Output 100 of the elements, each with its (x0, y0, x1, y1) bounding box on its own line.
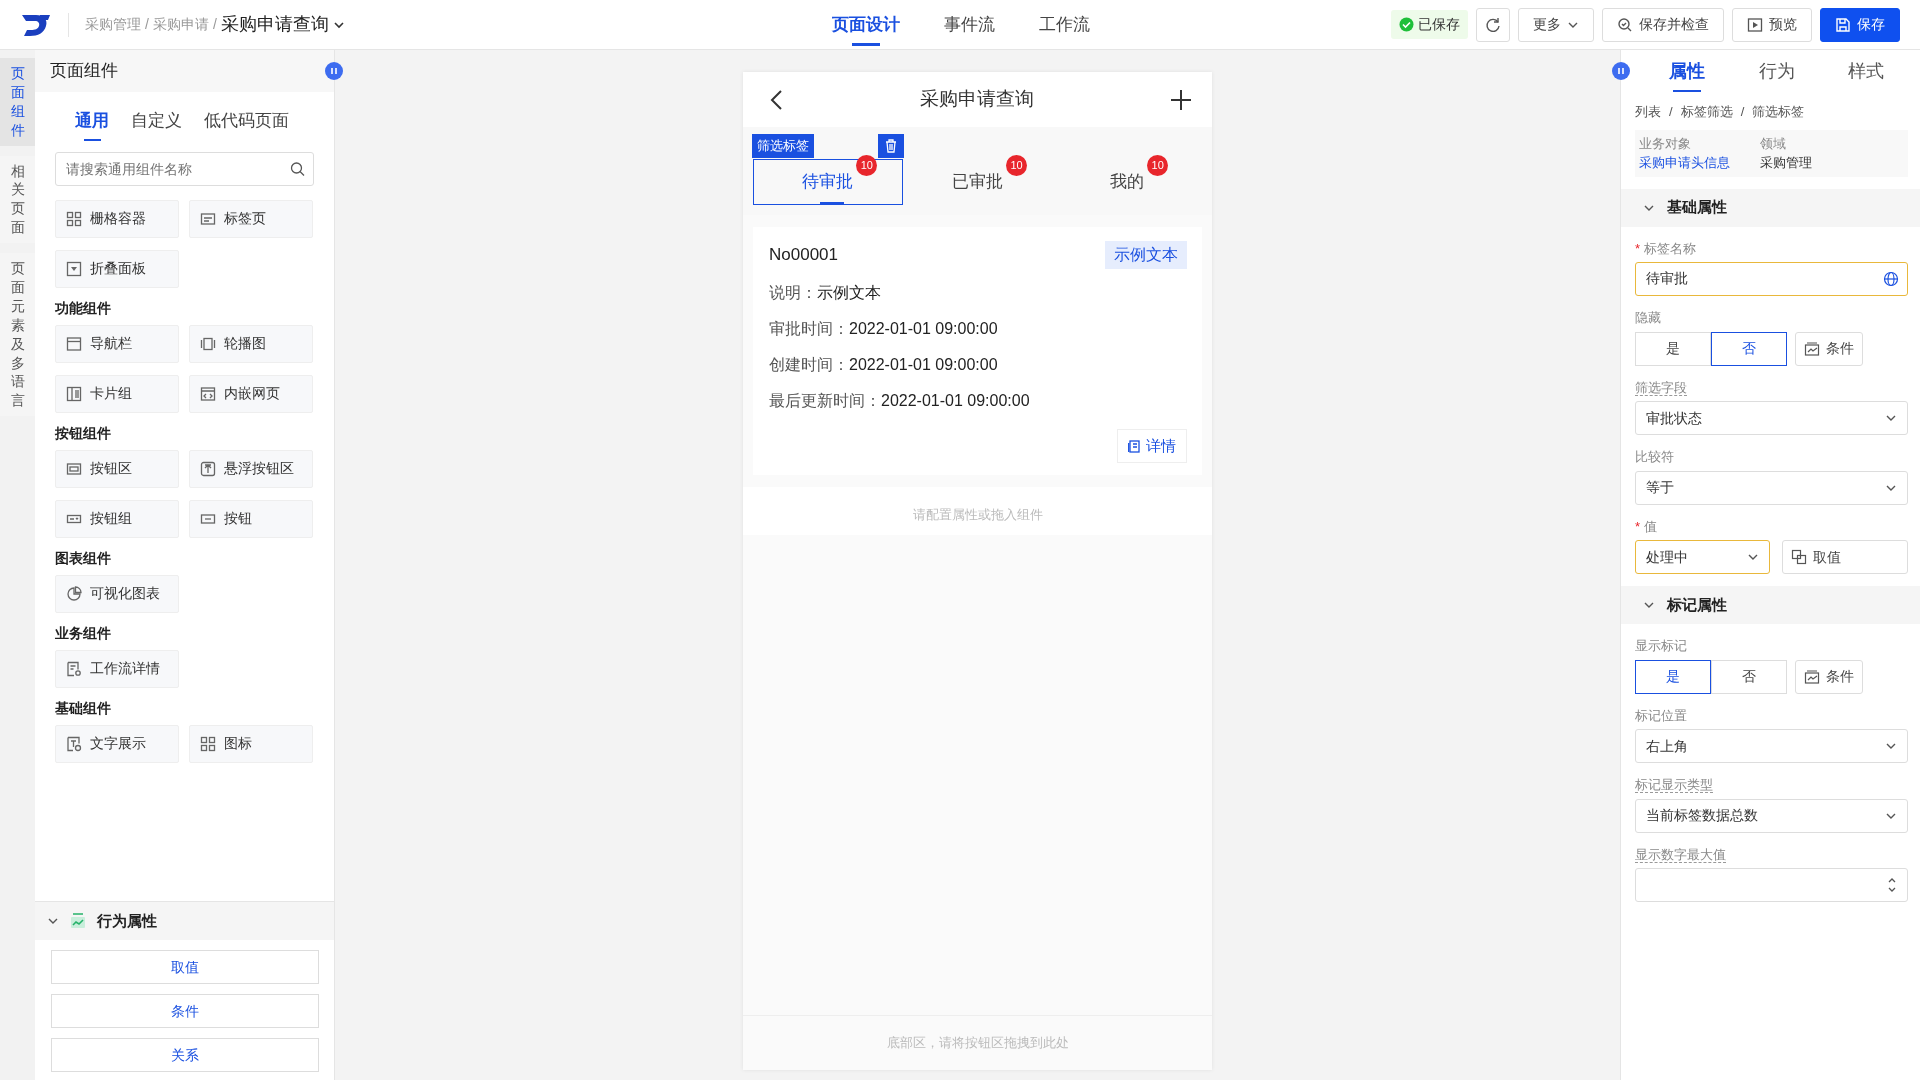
more-button[interactable]: 更多 (1518, 7, 1594, 42)
breadcrumb-separator: / (1740, 103, 1745, 121)
top-tab[interactable]: 页面设计 (830, 0, 902, 50)
search-field[interactable]: 请搜索通用组件名称 (55, 151, 314, 186)
group-title: 业务组件 (55, 623, 112, 643)
columns-icon (66, 385, 82, 402)
component-item[interactable]: 卡片组 (55, 374, 179, 413)
action-button[interactable]: 条件 (50, 994, 319, 1028)
save-button[interactable]: 保存 (1820, 7, 1900, 42)
field-label: * 值 (1635, 518, 1658, 534)
breadcrumb-separator: / (212, 15, 217, 34)
select-field[interactable]: 右上角 (1635, 729, 1908, 763)
field-label: 筛选字段 (1635, 379, 1687, 396)
document-icon (66, 660, 82, 677)
component-item[interactable]: 栅格容器 (55, 199, 179, 238)
refresh-button[interactable] (1476, 7, 1510, 42)
page-title: 采购申请查询 (220, 13, 329, 36)
field-label: 比较符 (1635, 449, 1674, 464)
arrow-up-icon (200, 460, 216, 477)
section-header[interactable]: 基础属性 (1621, 188, 1920, 227)
window-icon (66, 335, 82, 352)
collapse-button[interactable] (1612, 62, 1630, 80)
component-tab[interactable]: 自定义 (131, 104, 182, 138)
save-and-check-button[interactable]: 保存并检查 (1602, 7, 1724, 42)
group-title: 图表组件 (55, 548, 112, 568)
component-item[interactable]: 悬浮按钮区 (189, 449, 313, 488)
property-tab[interactable]: 样式 (1842, 50, 1890, 92)
field-label: 显示数字最大值 (1635, 846, 1726, 863)
text-field[interactable]: 待审批 (1635, 262, 1908, 296)
status-tag: 示例文本 (1105, 241, 1187, 269)
component-item[interactable]: 折叠面板 (55, 249, 179, 288)
search-icon (1617, 16, 1633, 33)
count-badge: 10 (1147, 155, 1169, 177)
button-area-icon (66, 460, 82, 477)
toggle-option[interactable]: 是 (1635, 659, 1711, 694)
selection-label: 筛选标签 (752, 134, 814, 158)
section-header[interactable]: 行为属性 (35, 902, 334, 940)
top-tab[interactable]: 事件流 (942, 0, 997, 50)
save-icon (1835, 16, 1851, 33)
component-item[interactable]: 文字展示 (55, 724, 179, 763)
back-icon[interactable] (769, 88, 783, 111)
component-item[interactable]: 导航栏 (55, 324, 179, 363)
select-field[interactable]: 处理中 (1635, 540, 1770, 574)
toggle-option[interactable]: 是 (1635, 331, 1711, 366)
action-button[interactable]: 取值 (50, 950, 319, 984)
component-item[interactable]: 按钮组 (55, 499, 179, 538)
count-badge: 10 (1006, 155, 1027, 177)
component-tab[interactable]: 低代码页面 (204, 104, 289, 138)
trash-icon (884, 139, 897, 153)
breadcrumb-item: 筛选标签 (1752, 103, 1805, 121)
component-item[interactable]: 按钮区 (55, 449, 179, 488)
property-tab[interactable]: 行为 (1752, 50, 1801, 92)
select-field[interactable]: 审批状态 (1635, 401, 1908, 435)
section-header[interactable]: 标记属性 (1621, 586, 1920, 624)
record-field: 审批时间：2022-01-01 09:00:00 (769, 317, 1187, 341)
toggle-option[interactable]: 否 (1711, 331, 1787, 366)
action-button[interactable]: 关系 (50, 1038, 319, 1072)
detail-button[interactable]: 详情 (1117, 429, 1187, 463)
play-icon (1747, 16, 1763, 33)
condition-button[interactable]: 条件 (1795, 659, 1863, 694)
delete-button[interactable] (877, 134, 904, 158)
group-title: 基础组件 (55, 698, 112, 718)
globe-icon[interactable] (1883, 271, 1899, 287)
field-label: * 标签名称 (1635, 240, 1697, 256)
toggle-option[interactable]: 否 (1711, 659, 1787, 694)
component-item[interactable]: 内嵌网页 (189, 374, 313, 413)
document-icon (1128, 439, 1140, 453)
count-badge: 10 (856, 155, 878, 177)
top-tab[interactable]: 工作流 (1037, 0, 1092, 50)
plus-icon[interactable] (1170, 88, 1192, 111)
component-tab[interactable]: 通用 (75, 104, 109, 138)
component-item[interactable]: 按钮 (189, 499, 313, 538)
document-icon (66, 735, 82, 752)
screen-title: 采购申请查询 (919, 87, 1034, 112)
grid-icon (200, 735, 216, 752)
pie-chart-icon (66, 585, 82, 602)
breadcrumb-separator: / (1669, 103, 1673, 121)
select-field[interactable]: 等于 (1635, 470, 1908, 505)
info-value[interactable]: 采购申请头信息 (1639, 153, 1730, 173)
component-item[interactable]: 图标 (189, 724, 313, 763)
side-tab[interactable]: 页面组件 (0, 58, 35, 146)
condition-button[interactable]: 条件 (1795, 331, 1863, 366)
preview-button[interactable]: 预览 (1732, 7, 1812, 42)
record-field: 最后更新时间：2022-01-01 09:00:00 (769, 389, 1187, 413)
search-icon[interactable] (290, 161, 305, 176)
component-item[interactable]: 工作流详情 (55, 649, 179, 688)
component-item[interactable]: 标签页 (189, 199, 313, 238)
property-tab[interactable]: 属性 (1663, 50, 1711, 92)
select-field[interactable]: 当前标签数据总数 (1635, 798, 1908, 833)
spinner-arrows-icon[interactable] (1887, 876, 1897, 894)
group-title: 功能组件 (55, 298, 112, 318)
number-field[interactable] (1635, 868, 1908, 902)
component-item[interactable]: 可视化图表 (55, 574, 179, 613)
breadcrumb-item: 列表 (1635, 103, 1661, 121)
component-item[interactable]: 轮播图 (189, 324, 313, 363)
pick-value-button[interactable]: 取值 (1781, 540, 1908, 574)
drop-hint: 请配置属性或拖入组件 (743, 487, 1212, 535)
field-label: 标记显示类型 (1635, 777, 1713, 793)
code-window-icon (200, 385, 216, 402)
refresh-icon (1485, 16, 1501, 33)
